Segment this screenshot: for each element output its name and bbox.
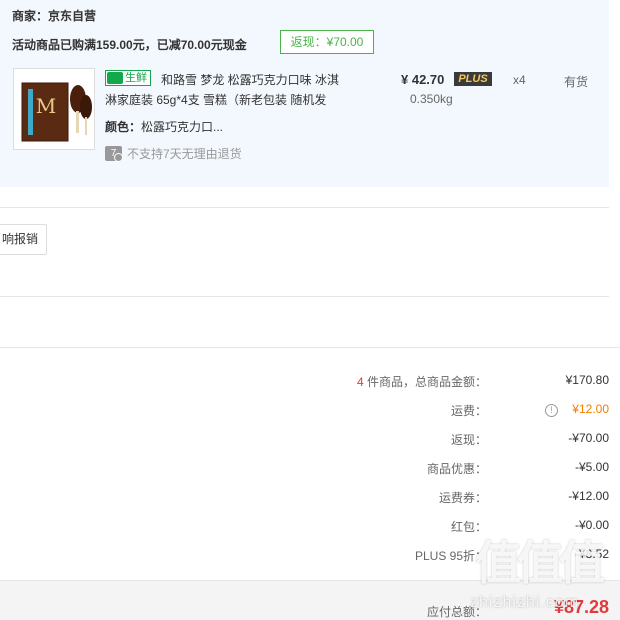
product-image[interactable]: M <box>13 68 95 150</box>
unit-price: ¥ 42.70 <box>401 72 445 87</box>
summary-rebate: 返现： -¥70.00 <box>300 431 620 449</box>
invoice-button[interactable]: 响报销 <box>0 224 47 255</box>
fish-icon <box>107 72 123 84</box>
goods-count: 4 <box>356 375 364 389</box>
fresh-tag: 生鲜 <box>105 70 151 86</box>
item-weight: 0.350kg <box>410 92 453 106</box>
seller-label: 商家：京东自营 <box>12 9 97 23</box>
discount-value: -¥5.00 <box>574 460 609 474</box>
red-packet-label: 红包： <box>450 520 487 534</box>
item-quantity: x4 <box>513 73 526 87</box>
color-value: 松露巧克力口... <box>141 120 224 134</box>
shipping-coupon-label: 运费券： <box>438 491 487 505</box>
product-title-line2[interactable]: 淋家庭装 65g*4支 雪糕（新老包装 随机发 <box>105 91 326 108</box>
watermark-logo: 值值值 <box>475 538 605 588</box>
product-logo: M <box>36 94 56 118</box>
info-icon[interactable]: ! <box>545 404 558 417</box>
promo-text: 活动商品已购满159.00元，已减70.00元现金 <box>12 38 247 52</box>
watermark-url: zhizhizhi.com <box>470 594 580 611</box>
cart-item-panel: 商家：京东自营 活动商品已购满159.00元，已减70.00元现金 返现：¥70… <box>0 0 609 187</box>
summary-red-packet: 红包： -¥0.00 <box>300 518 620 536</box>
shipping-coupon-value: -¥12.00 <box>568 489 609 503</box>
return-policy: 7 不支持7天无理由退货 <box>105 145 242 162</box>
discount-label: 商品优惠： <box>426 462 487 476</box>
return-policy-text: 不支持7天无理由退货 <box>127 147 242 161</box>
red-packet-value: -¥0.00 <box>574 518 609 532</box>
summary-discount: 商品优惠： -¥5.00 <box>300 460 620 478</box>
shipping-value: ¥12.00 <box>572 402 609 416</box>
color-label: 颜色： <box>105 120 142 134</box>
rebate-label: 返现： <box>450 433 487 447</box>
fresh-tag-label: 生鲜 <box>125 72 147 84</box>
stock-status: 有货 <box>564 75 589 89</box>
goods-total-value: ¥170.80 <box>565 373 609 387</box>
goods-total-label: 4 件商品，总商品金额： <box>356 375 487 389</box>
product-color: 颜色：松露巧克力口... <box>105 118 223 135</box>
summary-shipping-coupon: 运费券： -¥12.00 <box>300 489 620 507</box>
shipping-label: 运费： <box>450 404 487 418</box>
summary-goods-total: 4 件商品，总商品金额： ¥170.80 <box>300 373 620 391</box>
rebate-badge: 返现：¥70.00 <box>280 30 374 54</box>
plus-badge: PLUS <box>454 72 492 86</box>
summary-shipping: 运费： ! ¥12.00 <box>300 402 620 420</box>
divider <box>0 347 620 348</box>
divider <box>0 207 609 208</box>
divider <box>0 296 609 297</box>
product-title-line1[interactable]: 和路雪 梦龙 松露巧克力口味 冰淇 <box>161 71 339 88</box>
rebate-value: -¥70.00 <box>568 431 609 445</box>
no-return-icon: 7 <box>105 146 123 162</box>
